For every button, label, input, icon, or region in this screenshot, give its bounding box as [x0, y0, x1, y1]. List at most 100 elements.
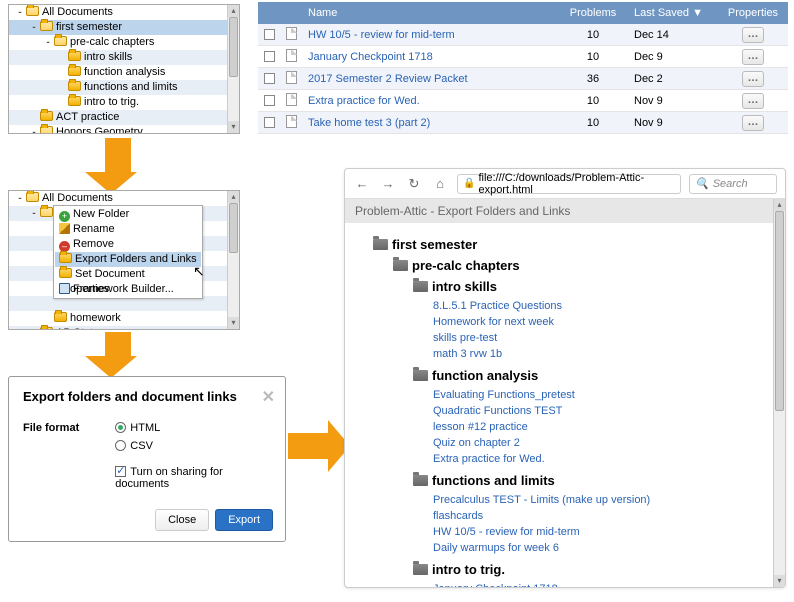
menu-item[interactable]: Framework Builder... — [55, 282, 201, 297]
tree-item[interactable]: function analysis — [9, 65, 227, 80]
context-menu: +New FolderRename–RemoveExport Folders a… — [53, 205, 203, 299]
checkbox[interactable] — [264, 73, 275, 84]
document-link[interactable]: Homework for next week — [433, 314, 759, 330]
col-last-saved[interactable]: Last Saved ▼ — [628, 2, 718, 24]
scroll-thumb[interactable] — [229, 203, 238, 253]
scroll-up-icon[interactable]: ▴ — [228, 5, 239, 17]
document-link[interactable]: Evaluating Functions_pretest — [433, 387, 759, 403]
tree-item-label: All Documents — [42, 6, 113, 18]
table-row[interactable]: Extra practice for Wed.10Nov 9… — [258, 90, 788, 112]
document-link[interactable]: HW 10/5 - review for mid-term — [433, 524, 759, 540]
properties-button[interactable]: … — [742, 115, 764, 131]
search-box[interactable]: 🔍 Search — [689, 174, 777, 194]
menu-item[interactable]: –Remove — [55, 237, 201, 252]
toggle-icon[interactable]: - — [29, 125, 39, 133]
tree-item-label: Honors Geometry — [56, 126, 143, 133]
tree-item-label: homework — [70, 312, 121, 324]
properties-button[interactable]: … — [742, 93, 764, 109]
tree-item[interactable]: functions and limits — [9, 80, 227, 95]
radio-csv[interactable]: CSV — [115, 440, 271, 452]
folder-icon — [59, 253, 72, 263]
scroll-thumb[interactable] — [775, 211, 784, 411]
tree-item[interactable]: homework — [9, 311, 227, 326]
folder-icon — [26, 192, 39, 202]
tree-item[interactable]: -All Documents — [9, 191, 227, 206]
scroll-up-icon[interactable]: ▴ — [228, 191, 239, 203]
address-bar[interactable]: 🔒 file:///C:/downloads/Problem-Attic-exp… — [457, 174, 681, 194]
table-row[interactable]: January Checkpoint 171810Dec 9… — [258, 46, 788, 68]
folder-icon — [68, 81, 81, 91]
doc-name[interactable]: HW 10/5 - review for mid-term — [302, 24, 558, 45]
toggle-icon[interactable]: - — [43, 35, 53, 50]
scrollbar[interactable]: ▴ ▾ — [227, 5, 239, 133]
scroll-up-icon[interactable]: ▴ — [774, 199, 785, 211]
doc-name[interactable]: Extra practice for Wed. — [302, 90, 558, 111]
home-icon[interactable]: ⌂ — [431, 175, 449, 193]
menu-item[interactable]: Set Document Properties — [55, 267, 201, 282]
document-link[interactable]: Extra practice for Wed. — [433, 451, 759, 467]
scrollbar[interactable]: ▴ ▾ — [227, 191, 239, 329]
folder-heading: first semester — [373, 237, 759, 252]
scroll-down-icon[interactable]: ▾ — [774, 575, 785, 587]
scrollbar[interactable]: ▴ ▾ — [773, 199, 785, 587]
document-link[interactable]: Quiz on chapter 2 — [433, 435, 759, 451]
forward-icon[interactable]: → — [379, 175, 397, 193]
tree-item[interactable]: -first semester — [9, 20, 227, 35]
radio-html[interactable]: HTML — [115, 422, 271, 434]
folder-tree-top: -All Documents-first semester-pre-calc c… — [8, 4, 240, 134]
toggle-icon[interactable]: - — [29, 20, 39, 35]
toggle-icon[interactable]: - — [29, 206, 39, 221]
scroll-down-icon[interactable]: ▾ — [228, 121, 239, 133]
toggle-icon[interactable]: - — [15, 5, 25, 20]
checkbox[interactable] — [264, 95, 275, 106]
col-properties[interactable]: Properties — [718, 2, 788, 24]
tree-item[interactable]: AP Stats — [9, 326, 227, 329]
document-link[interactable]: Daily warmups for week 6 — [433, 540, 759, 556]
doc-name[interactable]: 2017 Semester 2 Review Packet — [302, 68, 558, 89]
checkbox-sharing[interactable]: Turn on sharing for documents — [115, 466, 271, 490]
document-link[interactable]: 8.L.5.1 Practice Questions — [433, 298, 759, 314]
table-row[interactable]: 2017 Semester 2 Review Packet36Dec 2… — [258, 68, 788, 90]
flow-arrow-icon — [98, 138, 137, 194]
menu-item[interactable]: Export Folders and Links — [55, 252, 201, 267]
document-link[interactable]: Precalculus TEST - Limits (make up versi… — [433, 492, 759, 508]
tree-item[interactable]: - Honors Geometry — [9, 125, 227, 133]
close-button[interactable]: Close — [155, 509, 209, 531]
properties-button[interactable]: … — [742, 71, 764, 87]
toggle-icon[interactable]: - — [15, 191, 25, 206]
document-link[interactable]: math 3 rvw 1b — [433, 346, 759, 362]
doc-name[interactable]: Take home test 3 (part 2) — [302, 112, 558, 133]
document-link[interactable]: lesson #12 practice — [433, 419, 759, 435]
doc-name[interactable]: January Checkpoint 1718 — [302, 46, 558, 67]
tree-item[interactable]: - All Documents — [9, 5, 227, 20]
document-link[interactable]: January Checkpoint 1718 — [433, 581, 759, 587]
document-link[interactable]: Quadratic Functions TEST — [433, 403, 759, 419]
checkbox[interactable] — [264, 117, 275, 128]
tree-item[interactable]: intro skills — [9, 50, 227, 65]
properties-button[interactable]: … — [742, 27, 764, 43]
flow-arrow-icon — [288, 420, 350, 472]
col-problems[interactable]: Problems — [558, 2, 628, 24]
checkbox[interactable] — [264, 29, 275, 40]
export-dialog: ✕ Export folders and document links File… — [8, 376, 286, 542]
tree-item[interactable]: intro to trig. — [9, 95, 227, 110]
table-row[interactable]: HW 10/5 - review for mid-term10Dec 14… — [258, 24, 788, 46]
export-button[interactable]: Export — [215, 509, 273, 531]
tree-item[interactable]: -pre-calc chapters — [9, 35, 227, 50]
scroll-thumb[interactable] — [229, 17, 238, 77]
scroll-down-icon[interactable]: ▾ — [228, 317, 239, 329]
menu-item[interactable]: +New Folder — [55, 207, 201, 222]
back-icon[interactable]: ← — [353, 175, 371, 193]
page-icon — [286, 115, 297, 128]
menu-item[interactable]: Rename — [55, 222, 201, 237]
document-link[interactable]: flashcards — [433, 508, 759, 524]
tree-item[interactable]: ACT practice — [9, 110, 227, 125]
folder-icon — [68, 51, 81, 61]
close-icon[interactable]: ✕ — [262, 387, 275, 407]
col-name[interactable]: Name — [302, 2, 558, 24]
table-row[interactable]: Take home test 3 (part 2)10Nov 9… — [258, 112, 788, 134]
reload-icon[interactable]: ↻ — [405, 175, 423, 193]
checkbox[interactable] — [264, 51, 275, 62]
properties-button[interactable]: … — [742, 49, 764, 65]
document-link[interactable]: skills pre-test — [433, 330, 759, 346]
